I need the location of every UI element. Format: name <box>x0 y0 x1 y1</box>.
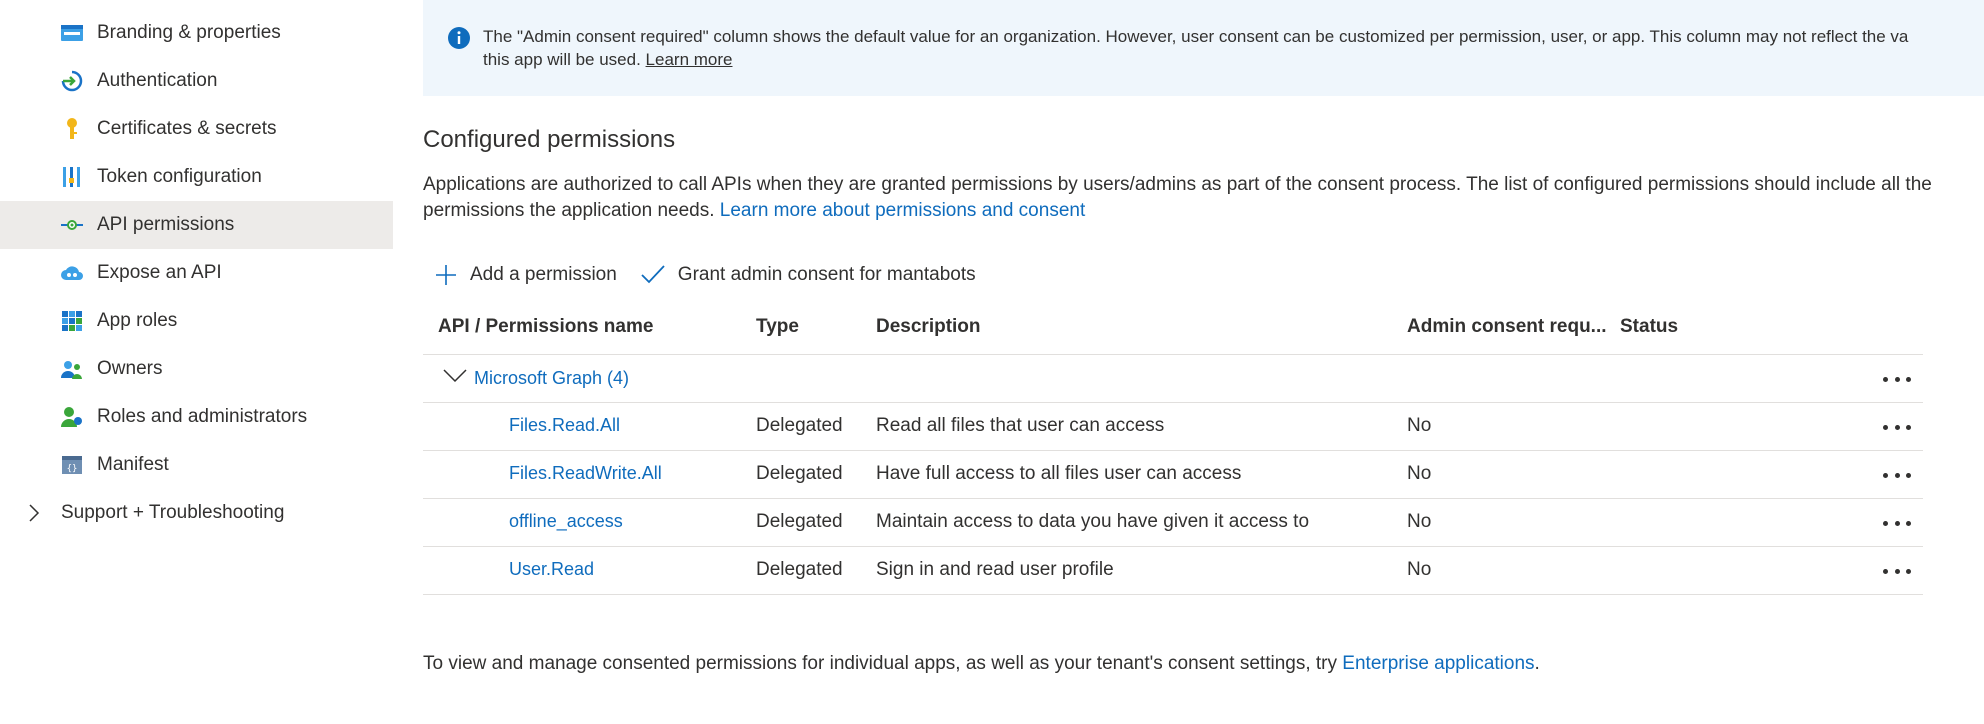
info-icon <box>447 26 471 50</box>
enterprise-apps-note: To view and manage consented permissions… <box>423 653 1540 675</box>
admin-consent-value: No <box>1407 415 1432 436</box>
permission-description: Maintain access to data you have given i… <box>876 511 1310 532</box>
grant-admin-consent-label: Grant admin consent for mantabots <box>677 264 976 285</box>
column-header-name[interactable]: API / Permissions name <box>438 316 653 338</box>
permission-link[interactable]: User.Read <box>509 559 594 580</box>
manifest-icon: {} <box>60 453 84 477</box>
table-row: Files.ReadWrite.All Delegated Have full … <box>423 451 1923 499</box>
footer-suffix: . <box>1534 653 1540 674</box>
group-link-microsoft-graph[interactable]: Microsoft Graph (4) <box>474 368 629 389</box>
sidebar-item-owners[interactable]: Owners <box>0 345 393 393</box>
more-options-icon[interactable] <box>1883 465 1911 485</box>
more-options-icon[interactable] <box>1883 369 1911 389</box>
more-options-icon[interactable] <box>1883 513 1911 533</box>
permission-description: Read all files that user can access <box>876 415 1165 436</box>
permissions-table: API / Permissions name Type Description … <box>423 303 1923 595</box>
sidebar-item-certificates[interactable]: Certificates & secrets <box>0 105 393 153</box>
admin-consent-value: No <box>1407 511 1432 532</box>
column-header-description[interactable]: Description <box>876 316 981 338</box>
enterprise-applications-link[interactable]: Enterprise applications <box>1342 653 1534 674</box>
table-row: offline_access Delegated Maintain access… <box>423 499 1923 547</box>
app-roles-icon <box>60 309 84 333</box>
permission-description: Have full access to all files user can a… <box>876 463 1242 484</box>
more-options-icon[interactable] <box>1883 561 1911 581</box>
column-header-type[interactable]: Type <box>756 316 799 338</box>
cloud-icon <box>60 261 84 285</box>
authentication-icon <box>60 69 84 93</box>
sidebar-group-support-troubleshooting[interactable]: Support + Troubleshooting <box>0 489 393 537</box>
add-permission-label: Add a permission <box>470 264 617 285</box>
info-banner-text-line2: this app will be used. Learn more <box>483 48 732 71</box>
info-banner-line2-prefix: this app will be used. <box>483 50 646 69</box>
permission-link[interactable]: offline_access <box>509 511 623 532</box>
api-permissions-icon <box>60 213 84 237</box>
owners-icon <box>60 357 84 381</box>
description-text: Applications are authorized to call APIs… <box>423 174 1932 221</box>
info-banner-text: The "Admin consent required" column show… <box>483 27 1909 46</box>
permissions-toolbar: Add a permission Grant admin consent for… <box>435 258 1000 292</box>
main-content: The "Admin consent required" column show… <box>423 0 1984 724</box>
permission-type: Delegated <box>756 559 843 580</box>
grant-admin-consent-button[interactable]: Grant admin consent for mantabots <box>641 264 976 286</box>
chevron-down-icon[interactable] <box>443 369 467 388</box>
permission-type: Delegated <box>756 415 843 436</box>
branding-icon <box>60 21 84 45</box>
permission-description: Sign in and read user profile <box>876 559 1114 580</box>
add-permission-button[interactable]: Add a permission <box>435 264 617 286</box>
learn-more-link[interactable]: Learn more <box>646 50 733 69</box>
configured-permissions-description: Applications are authorized to call APIs… <box>423 172 1943 224</box>
permission-link[interactable]: Files.Read.All <box>509 415 620 436</box>
sidebar-item-branding[interactable]: Branding & properties <box>0 9 393 57</box>
svg-text:{}: {} <box>67 464 78 474</box>
permissions-consent-link[interactable]: Learn more about permissions and consent <box>720 200 1085 221</box>
roles-icon <box>60 405 84 429</box>
permission-type: Delegated <box>756 463 843 484</box>
sidebar-item-api-permissions[interactable]: API permissions <box>0 201 393 249</box>
sidebar-item-app-roles[interactable]: App roles <box>0 297 393 345</box>
footer-text: To view and manage consented permissions… <box>423 653 1343 674</box>
permission-type: Delegated <box>756 511 843 532</box>
table-row: User.Read Delegated Sign in and read use… <box>423 547 1923 595</box>
sidebar-nav: Branding & properties Authentication Cer… <box>0 0 393 724</box>
token-icon <box>60 165 84 189</box>
admin-consent-value: No <box>1407 559 1432 580</box>
admin-consent-value: No <box>1407 463 1432 484</box>
sidebar-item-manifest[interactable]: {} Manifest <box>0 441 393 489</box>
column-header-status[interactable]: Status <box>1620 316 1678 338</box>
chevron-right-icon <box>28 504 40 528</box>
sidebar-item-roles-administrators[interactable]: Roles and administrators <box>0 393 393 441</box>
sidebar-item-authentication[interactable]: Authentication <box>0 57 393 105</box>
checkmark-icon <box>641 265 665 284</box>
table-row: Files.Read.All Delegated Read all files … <box>423 403 1923 451</box>
key-icon <box>60 117 84 141</box>
info-banner: The "Admin consent required" column show… <box>423 0 1984 96</box>
column-header-admin-consent[interactable]: Admin consent requ... <box>1407 316 1607 338</box>
permission-link[interactable]: Files.ReadWrite.All <box>509 463 662 484</box>
more-options-icon[interactable] <box>1883 417 1911 437</box>
plus-icon <box>436 265 456 285</box>
table-header: API / Permissions name Type Description … <box>423 303 1923 355</box>
configured-permissions-title: Configured permissions <box>423 126 676 153</box>
sidebar-item-expose-api[interactable]: Expose an API <box>0 249 393 297</box>
group-row-microsoft-graph: Microsoft Graph (4) <box>423 355 1923 403</box>
sidebar-item-token-configuration[interactable]: Token configuration <box>0 153 393 201</box>
